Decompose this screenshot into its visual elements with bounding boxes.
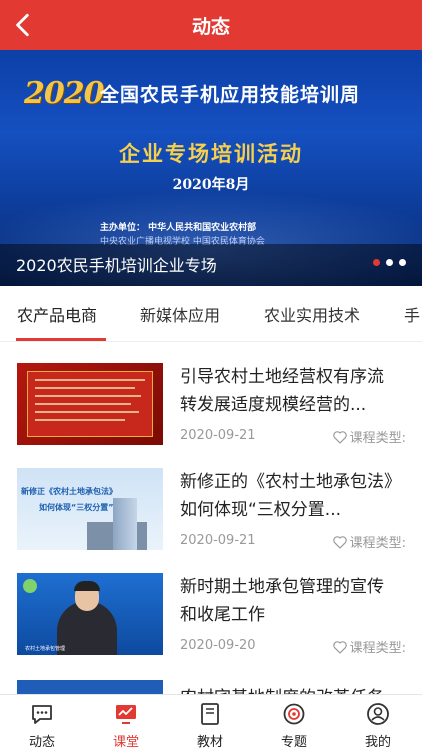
- course-type[interactable]: 课程类型:: [332, 532, 406, 551]
- text-line: [35, 395, 141, 397]
- banner-caption: 2020农民手机培训企业专场: [16, 256, 217, 275]
- heart-icon[interactable]: [332, 534, 348, 550]
- nav-mine[interactable]: 我的: [336, 695, 420, 750]
- presenter-hair: [74, 581, 100, 591]
- logo-icon: [23, 579, 37, 593]
- article-title: 引导农村土地经营权有序流转发展适度规模经营的...: [180, 367, 384, 415]
- carousel-dot[interactable]: [399, 259, 406, 266]
- text-line: [35, 419, 125, 421]
- text-line: [35, 379, 145, 381]
- course-type-label: 课程类型:: [349, 431, 406, 446]
- bottom-nav: 动态 课堂 教材 专题 我的: [0, 694, 422, 750]
- nav-textbook[interactable]: 教材: [168, 695, 252, 750]
- article-thumbnail: 农村土地承包管理: [17, 573, 163, 655]
- nav-label: 动态: [28, 735, 55, 750]
- banner-year: 2020: [24, 76, 104, 111]
- banner-date: 2020年8月: [172, 177, 250, 193]
- tab-more[interactable]: 手: [404, 302, 420, 326]
- tab-ecommerce[interactable]: 农产品电商: [17, 302, 97, 326]
- article-thumbnail: 新修正《农村土地承包法》 如何体现“三权分置”: [17, 468, 163, 550]
- article-date: 2020-09-21: [180, 533, 256, 548]
- page-title: 动态: [191, 16, 230, 38]
- nav-label: 教材: [196, 735, 223, 750]
- heart-icon[interactable]: [332, 639, 348, 655]
- list-item[interactable]: 新修正《农村土地承包法》 如何体现“三权分置” 新修正的《农村土地承包法》如何体…: [0, 448, 422, 552]
- carousel-dots: [373, 259, 406, 266]
- article-date: 2020-09-21: [180, 428, 256, 443]
- text-line: [35, 387, 135, 389]
- banner-headline: 全国农民手机应用技能培训周: [100, 84, 361, 106]
- thumbnail-text: 如何体现“三权分置”: [39, 503, 114, 512]
- text-line: [35, 403, 131, 405]
- text-line: [35, 411, 139, 413]
- nav-classroom[interactable]: 课堂: [84, 695, 168, 750]
- nav-topics[interactable]: 专题: [252, 695, 336, 750]
- user-icon: [367, 703, 389, 725]
- article-thumbnail: [17, 363, 163, 445]
- chat-bubble-icon: [32, 705, 52, 724]
- nav-label: 专题: [280, 735, 307, 750]
- category-tabs: 农产品电商 新媒体应用 农业实用技术 手: [0, 286, 422, 342]
- heart-icon[interactable]: [332, 429, 348, 445]
- banner-subtitle: 企业专场培训活动: [119, 142, 303, 166]
- nav-dynamics[interactable]: 动态: [0, 695, 84, 750]
- article-title: 新修正的《农村土地承包法》如何体现“三权分置...: [180, 472, 393, 520]
- list-item[interactable]: 农村土地承包管理 新时期土地承包管理的宣传和收尾工作 2020-09-20 课程…: [0, 553, 422, 657]
- thumbnail-text: 农村土地承包管理: [25, 646, 66, 652]
- banner-carousel[interactable]: 2020 全国农民手机应用技能培训周 企业专场培训活动 2020年8月 主办单位…: [0, 50, 422, 286]
- tab-new-media[interactable]: 新媒体应用: [140, 302, 220, 326]
- nav-label: 课堂: [112, 735, 139, 750]
- thumbnail-text: 新修正《农村土地承包法》: [21, 487, 117, 496]
- course-type[interactable]: 课程类型:: [332, 637, 406, 656]
- book-icon: [201, 703, 219, 725]
- active-tab-indicator: [16, 338, 106, 341]
- nav-label: 我的: [364, 735, 391, 750]
- carousel-dot[interactable]: [373, 259, 380, 266]
- target-icon: [283, 703, 305, 725]
- article-title: 新时期土地承包管理的宣传和收尾工作: [180, 577, 384, 625]
- carousel-dot[interactable]: [386, 259, 393, 266]
- course-type[interactable]: 课程类型:: [332, 427, 406, 446]
- article-date: 2020-09-20: [180, 638, 256, 653]
- course-type-label: 课程类型:: [349, 641, 406, 656]
- tab-agri-tech[interactable]: 农业实用技术: [264, 302, 360, 326]
- banner-organizer: 主办单位： 中华人民共和国农业农村部: [100, 223, 257, 233]
- monitor-chart-icon: [116, 705, 136, 724]
- list-item[interactable]: 引导农村土地经营权有序流转发展适度规模经营的... 2020-09-21 课程类…: [0, 343, 422, 447]
- top-bar: 动态: [0, 0, 422, 50]
- course-type-label: 课程类型:: [349, 536, 406, 551]
- building-graphic: [113, 498, 137, 550]
